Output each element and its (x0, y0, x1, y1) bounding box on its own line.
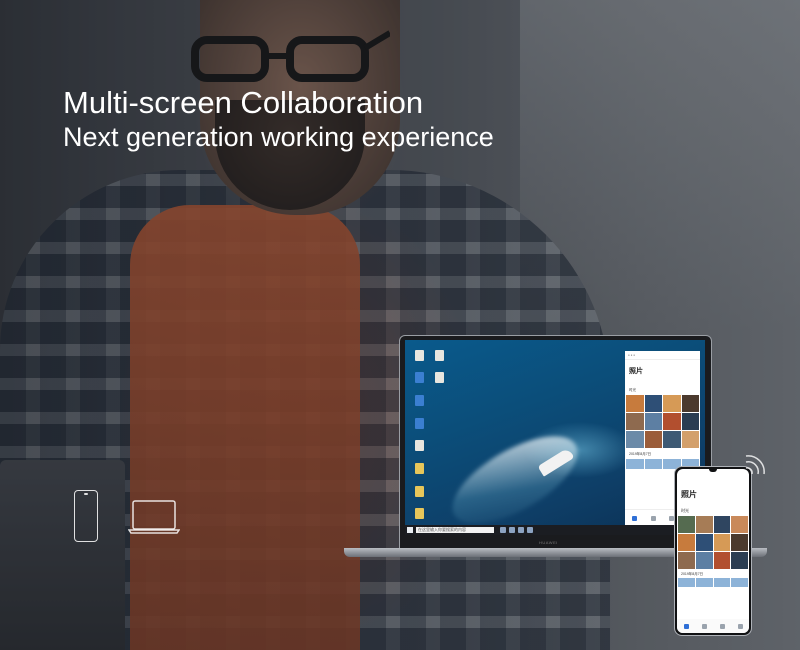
recycle-bin-icon[interactable] (415, 350, 424, 361)
photo-thumbnail[interactable] (713, 534, 731, 551)
photo-thumbnail[interactable] (731, 516, 748, 533)
subheadline: Next generation working experience (63, 122, 494, 152)
photo-thumbnail[interactable] (695, 534, 713, 551)
windows-taskbar: 在这里输入你要搜索的内容 (405, 525, 705, 535)
photo-thumbnail[interactable] (663, 431, 681, 448)
photo-thumbnail[interactable] (626, 459, 644, 469)
phone-outline-icon (74, 490, 98, 542)
phone-date-label: 2019年8月7日 (681, 572, 704, 576)
photo-thumbnail[interactable] (731, 552, 748, 569)
mirror-section: 时光 (629, 388, 636, 392)
photos-tab-icon[interactable] (631, 515, 637, 521)
photo-thumbnail[interactable] (644, 459, 662, 469)
edge-browser-icon[interactable] (415, 372, 424, 383)
photo-thumbnail[interactable] (644, 395, 662, 412)
moments-tab-icon[interactable] (719, 623, 725, 629)
folder-icon[interactable] (415, 486, 424, 497)
photo-thumbnail[interactable] (626, 395, 644, 412)
photo-thumbnail[interactable] (678, 534, 695, 551)
laptop-screen: ● ● ● 照片 时光 2019年8月7日 在这里输入你要搜索的内容 (405, 340, 705, 535)
store-taskbar-icon[interactable] (527, 527, 533, 533)
photo-thumbnail[interactable] (731, 534, 748, 551)
photo-thumbnail[interactable] (626, 431, 644, 448)
file-icon[interactable] (435, 372, 444, 383)
mirror-photo-grid (625, 395, 700, 448)
albums-tab-icon[interactable] (650, 515, 656, 521)
photo-thumbnail[interactable] (678, 516, 695, 533)
phone-section: 时光 (681, 508, 689, 513)
phone-bottom-nav (677, 619, 749, 633)
photo-thumbnail[interactable] (713, 516, 731, 533)
photo-thumbnail[interactable] (644, 413, 662, 430)
app-icon[interactable] (415, 395, 424, 406)
photo-thumbnail[interactable] (713, 578, 731, 587)
laptop-lid: ● ● ● 照片 时光 2019年8月7日 在这里输入你要搜索的内容 HUAWE… (399, 335, 712, 550)
photo-thumbnail[interactable] (731, 578, 748, 587)
photo-thumbnail[interactable] (695, 578, 713, 587)
photo-thumbnail[interactable] (663, 395, 681, 412)
photo-thumbnail[interactable] (681, 413, 699, 430)
photos-tab-icon[interactable] (683, 623, 689, 629)
photo-thumbnail[interactable] (695, 552, 713, 569)
photo-thumbnail[interactable] (644, 431, 662, 448)
task-view-icon[interactable] (500, 527, 506, 533)
edge-taskbar-icon[interactable] (509, 527, 515, 533)
laptop-outline-icon (128, 500, 180, 534)
explorer-taskbar-icon[interactable] (518, 527, 524, 533)
phone-photo-grid (677, 516, 749, 569)
discover-tab-icon[interactable] (737, 623, 743, 629)
app-icon[interactable] (415, 418, 424, 429)
folder-icon[interactable] (415, 508, 424, 519)
phone-screen: 照片 时光 2019年8月7日 (677, 469, 749, 633)
photo-thumbnail[interactable] (663, 413, 681, 430)
file-icon[interactable] (415, 440, 424, 451)
photo-thumbnail[interactable] (681, 395, 699, 412)
headline: Multi-screen Collaboration (63, 85, 424, 120)
folder-icon[interactable] (415, 463, 424, 474)
boat-wake (439, 419, 591, 535)
photo-thumbnail[interactable] (695, 516, 713, 533)
wireless-signal-icon (745, 455, 765, 475)
photo-thumbnail[interactable] (678, 578, 695, 587)
phone-title: 照片 (681, 490, 697, 499)
albums-tab-icon[interactable] (701, 623, 707, 629)
phone-device: 照片 时光 2019年8月7日 (674, 466, 752, 636)
photo-thumbnail[interactable] (681, 431, 699, 448)
windows-start-icon[interactable] (407, 527, 413, 533)
hero-banner: Multi-screen Collaboration Next generati… (0, 0, 800, 650)
taskbar-search-box[interactable]: 在这里输入你要搜索的内容 (416, 527, 494, 533)
phone-photo-strip (677, 578, 749, 587)
mirror-title: 照片 (629, 368, 643, 375)
mirror-titlebar[interactable]: ● ● ● (625, 351, 700, 360)
photo-thumbnail[interactable] (713, 552, 731, 569)
file-icon[interactable] (435, 350, 444, 361)
photo-thumbnail[interactable] (626, 413, 644, 430)
mirror-date-label: 2019年8月7日 (629, 452, 652, 456)
laptop-brand: HUAWEI (539, 540, 558, 545)
laptop-device: ● ● ● 照片 时光 2019年8月7日 在这里输入你要搜索的内容 HUAWE… (344, 335, 767, 557)
photo-thumbnail[interactable] (678, 552, 695, 569)
